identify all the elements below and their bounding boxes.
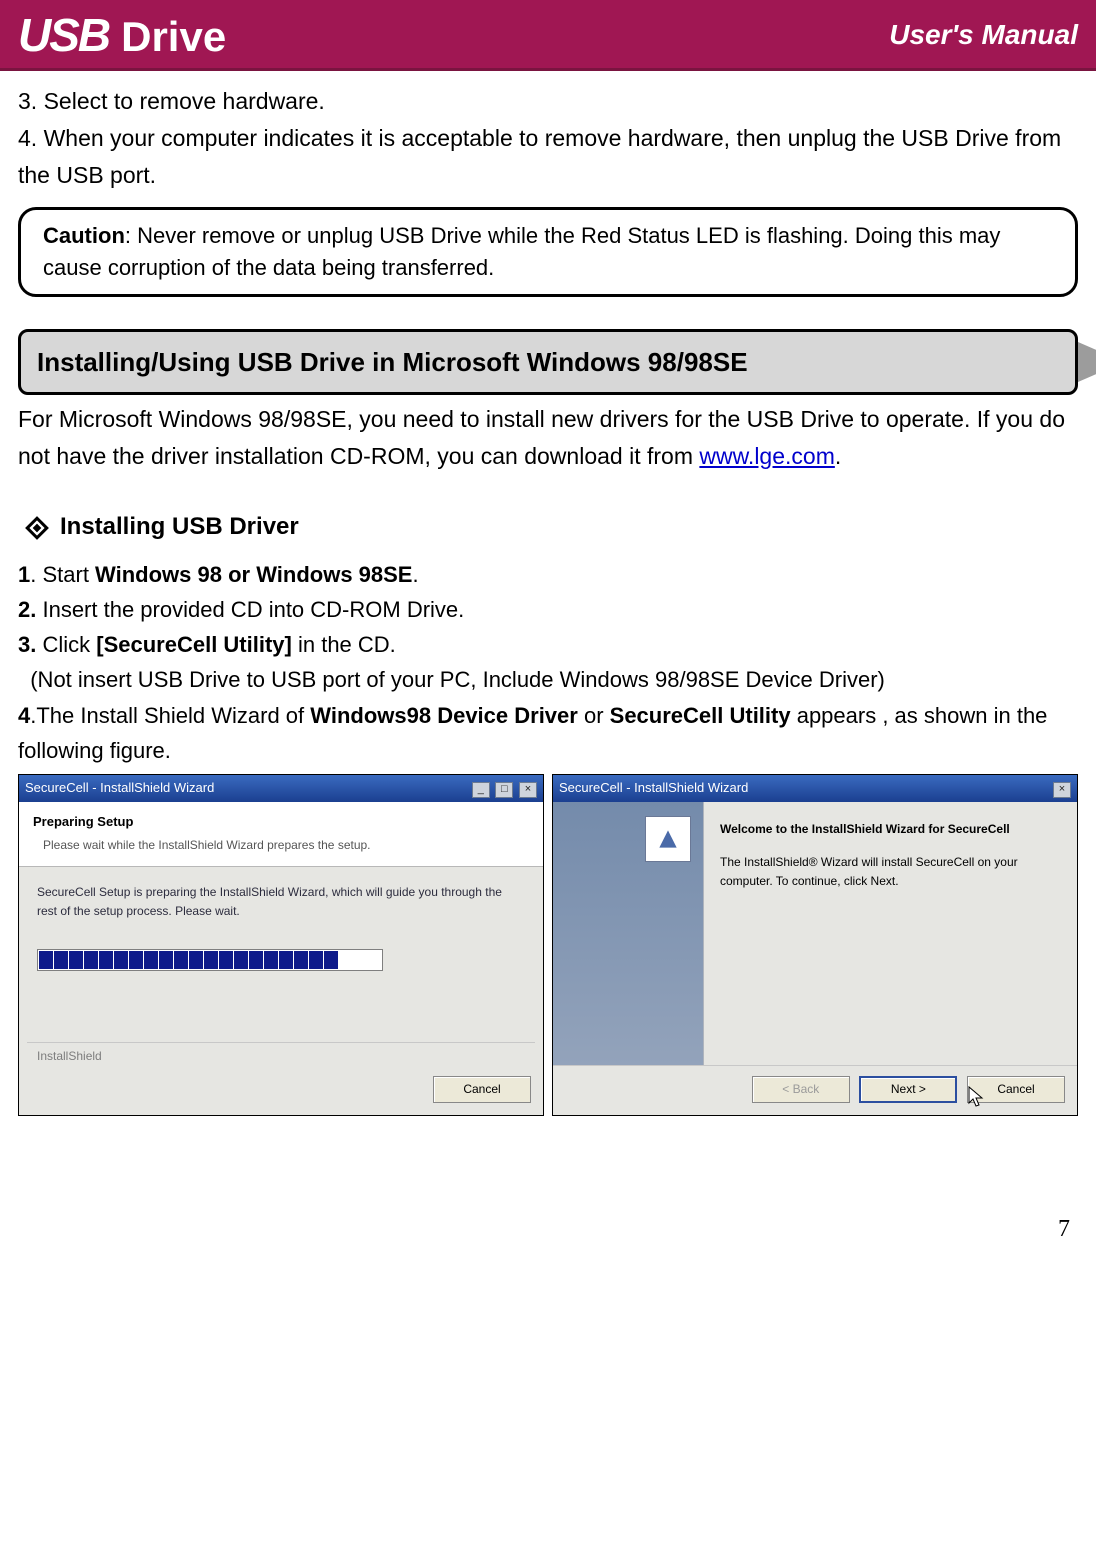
bullet-title: Installing USB Driver <box>60 508 299 546</box>
logo-drive-text: Drive <box>121 13 226 61</box>
dialog2-buttons: < Back Next > Cancel <box>553 1065 1077 1115</box>
diamond-bullet-icon <box>24 515 50 541</box>
s4-bold1: Windows98 Device Driver <box>310 703 578 728</box>
figure-row: SecureCell - InstallShield Wizard _ □ × … <box>18 774 1078 1116</box>
product-logo: USB Drive <box>18 8 226 62</box>
page-number: 7 <box>0 1156 1096 1269</box>
dialog2-welcome-heading: Welcome to the InstallShield Wizard for … <box>720 820 1061 839</box>
cursor-icon <box>967 1085 987 1109</box>
s3-num: 3. <box>18 632 36 657</box>
s4-num: 4 <box>18 703 30 728</box>
minimize-icon[interactable]: _ <box>472 782 490 798</box>
maximize-icon[interactable]: □ <box>495 782 513 798</box>
s1-txt2: . <box>412 562 418 587</box>
close-icon[interactable]: × <box>1053 782 1071 798</box>
step3: 3. Click [SecureCell Utility] in the CD. <box>18 627 1078 662</box>
window-controls: _ □ × <box>470 778 537 799</box>
s3-txt2: in the CD. <box>292 632 396 657</box>
dialog2-body-text: The InstallShield® Wizard will install S… <box>720 853 1061 891</box>
installer-graphic-icon <box>645 816 691 862</box>
s4-bold2: SecureCell Utility <box>610 703 791 728</box>
dialog1-body: SecureCell Setup is preparing the Instal… <box>19 867 543 1042</box>
download-link[interactable]: www.lge.com <box>699 443 834 469</box>
s1-txt1: . Start <box>30 562 95 587</box>
dialog1-heading: Preparing Setup <box>33 812 529 833</box>
s3-bold: [SecureCell Utility] <box>96 632 292 657</box>
dialog2-side-graphic <box>553 802 704 1065</box>
titlebar: SecureCell - InstallShield Wizard _ □ × <box>19 775 543 802</box>
install-steps: 1. Start Windows 98 or Windows 98SE. 2. … <box>18 557 1078 768</box>
s2-txt: Insert the provided CD into CD-ROM Drive… <box>36 597 464 622</box>
s3-txt1: Click <box>36 632 96 657</box>
section-header: Installing/Using USB Drive in Microsoft … <box>18 329 1078 395</box>
section-arrow-icon <box>1078 342 1096 382</box>
installshield-label: InstallShield <box>27 1042 535 1066</box>
page-content: 3. Select to remove hardware. 4. When yo… <box>0 71 1096 1156</box>
s4-txt2: or <box>578 703 610 728</box>
caution-label: Caution <box>43 223 125 248</box>
step-4-text: 4. When your computer indicates it is ac… <box>18 120 1078 194</box>
step2: 2. Insert the provided CD into CD-ROM Dr… <box>18 592 1078 627</box>
dialog1-body-text: SecureCell Setup is preparing the Instal… <box>37 883 525 921</box>
caution-box: Caution: Never remove or unplug USB Driv… <box>18 207 1078 297</box>
s1-num: 1 <box>18 562 30 587</box>
s1-bold: Windows 98 or Windows 98SE <box>95 562 412 587</box>
dialog1-title: SecureCell - InstallShield Wizard <box>25 778 214 799</box>
step3-note: (Not insert USB Drive to USB port of you… <box>18 662 1078 697</box>
progress-bar <box>37 949 383 971</box>
back-button: < Back <box>752 1076 850 1103</box>
install-dialog-preparing: SecureCell - InstallShield Wizard _ □ × … <box>18 774 544 1116</box>
window-controls: × <box>1051 778 1071 799</box>
close-icon[interactable]: × <box>519 782 537 798</box>
step-3-text: 3. Select to remove hardware. <box>18 83 1078 120</box>
section-header-wrap: Installing/Using USB Drive in Microsoft … <box>18 329 1078 395</box>
step1: 1. Start Windows 98 or Windows 98SE. <box>18 557 1078 592</box>
section-intro: For Microsoft Windows 98/98SE, you need … <box>18 401 1078 475</box>
section-intro-b: . <box>835 443 841 469</box>
s2-num: 2. <box>18 597 36 622</box>
next-button[interactable]: Next > <box>859 1076 957 1103</box>
caution-text: : Never remove or unplug USB Drive while… <box>43 223 1000 280</box>
logo-usb-text: USB <box>18 8 109 62</box>
dialog1-sub: Please wait while the InstallShield Wiza… <box>33 836 529 855</box>
step4: 4.The Install Shield Wizard of Windows98… <box>18 698 1078 768</box>
titlebar: SecureCell - InstallShield Wizard × <box>553 775 1077 802</box>
s4-txt1: .The Install Shield Wizard of <box>30 703 310 728</box>
cancel-button[interactable]: Cancel <box>433 1076 531 1103</box>
install-dialog-welcome: SecureCell - InstallShield Wizard × Welc… <box>552 774 1078 1116</box>
header-bar: USB Drive User's Manual <box>0 0 1096 71</box>
dialog2-right-panel: Welcome to the InstallShield Wizard for … <box>704 802 1077 1065</box>
users-manual-label: User's Manual <box>889 19 1078 51</box>
bullet-heading: Installing USB Driver <box>24 508 1078 546</box>
dialog2-main: Welcome to the InstallShield Wizard for … <box>553 802 1077 1065</box>
section-intro-a: For Microsoft Windows 98/98SE, you need … <box>18 406 1065 469</box>
dialog2-title: SecureCell - InstallShield Wizard <box>559 778 748 799</box>
dialog1-buttons: Cancel <box>19 1066 543 1115</box>
dialog1-header-panel: Preparing Setup Please wait while the In… <box>19 802 543 867</box>
